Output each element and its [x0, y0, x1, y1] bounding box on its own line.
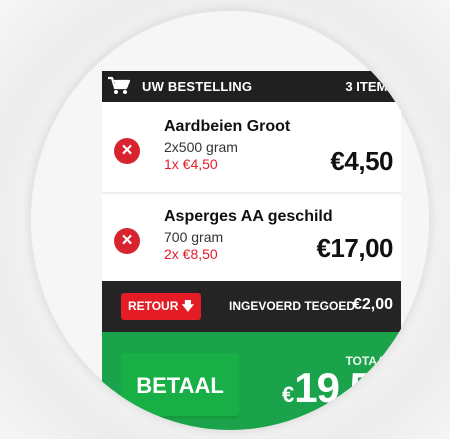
- remove-item-button[interactable]: ×: [114, 228, 140, 254]
- item-price: €17,00: [316, 233, 393, 263]
- order-item: × Aardbeien Groot 2x500 gram 1x €4,50 €4…: [102, 102, 401, 194]
- magnifier-lens: UW BESTELLING 3 ITEMS × Aardbeien Groot …: [30, 10, 430, 430]
- pay-button[interactable]: BETAAL: [121, 353, 239, 419]
- item-unit-price: 2x €8,50: [164, 246, 218, 262]
- item-unit-price: 1x €4,50: [164, 156, 218, 172]
- total-area: BETAAL TOTAAL €19,50: [102, 332, 401, 430]
- order-header: UW BESTELLING 3 ITEMS: [102, 71, 401, 102]
- item-size: 2x500 gram: [164, 139, 238, 155]
- item-count: 3 ITEMS: [345, 79, 396, 94]
- remove-item-button[interactable]: ×: [114, 138, 140, 164]
- total-amount: 19,50: [294, 364, 395, 411]
- credit-bar: RETOUR 🡇 INGEVOERD TEGOED €2,00: [102, 281, 401, 332]
- item-name: Aardbeien Groot: [164, 118, 291, 135]
- cart-icon: [108, 76, 131, 94]
- item-price: €4,50: [330, 146, 393, 176]
- order-item: × Asperges AA geschild 700 gram 2x €8,50…: [102, 194, 401, 281]
- order-title: UW BESTELLING: [142, 79, 253, 94]
- credit-label: INGEVOERD TEGOED: [229, 299, 356, 313]
- item-name: Asperges AA geschild: [164, 208, 333, 225]
- item-size: 700 gram: [164, 229, 224, 245]
- total-value: €19,50: [282, 364, 395, 412]
- retour-button[interactable]: RETOUR 🡇: [121, 293, 201, 320]
- total-currency: €: [282, 382, 295, 407]
- order-panel: UW BESTELLING 3 ITEMS × Aardbeien Groot …: [102, 71, 401, 430]
- credit-value: €2,00: [352, 296, 393, 313]
